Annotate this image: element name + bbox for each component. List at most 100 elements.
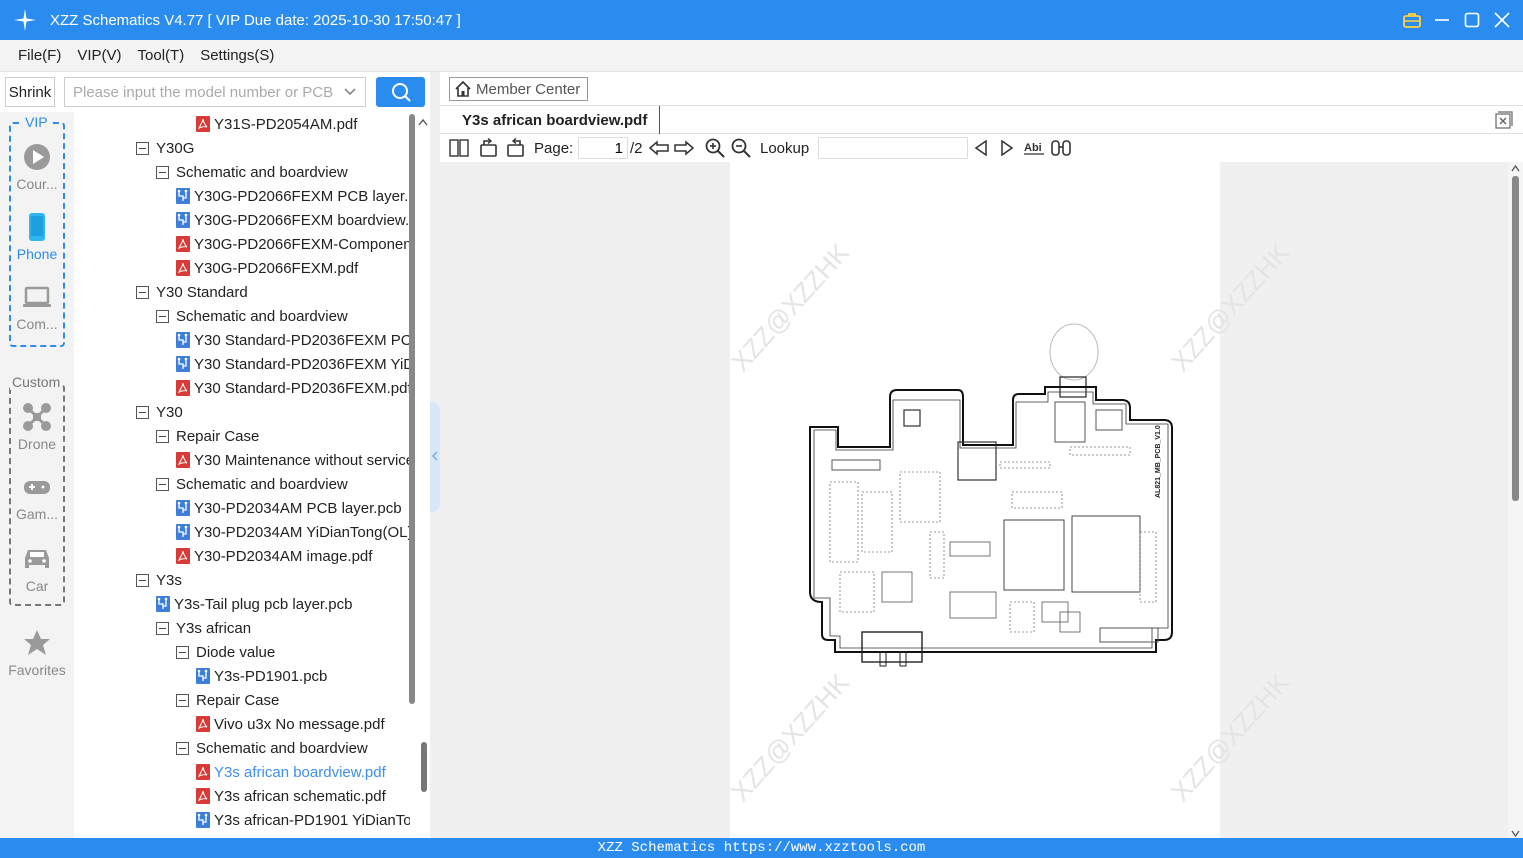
collapse-tab[interactable] xyxy=(430,402,440,512)
collapse-icon[interactable] xyxy=(176,693,189,707)
rotate-left-icon[interactable] xyxy=(478,137,500,159)
rotate-right-icon[interactable] xyxy=(504,137,526,159)
collapse-icon[interactable] xyxy=(156,165,169,179)
collapse-icon[interactable] xyxy=(156,621,169,635)
viewer-pane: Member Center Y3s african boardview.pdf … xyxy=(440,72,1523,838)
tree-file[interactable]: Y30G-PD2066FEXM.pdf xyxy=(176,256,358,280)
next-page-icon[interactable] xyxy=(673,137,695,159)
document-canvas[interactable]: XZZ@XZZHK XZZ@XZZHK XZZ@XZZHK XZZ@XZZHK xyxy=(440,162,1523,838)
search-box[interactable] xyxy=(64,77,366,107)
tree-folder[interactable]: Repair Case xyxy=(176,688,279,712)
collapse-icon[interactable] xyxy=(176,741,189,755)
collapse-icon[interactable] xyxy=(156,309,169,323)
tree-item-label: Vivo u3x No message.pdf xyxy=(214,715,385,733)
search-button[interactable] xyxy=(376,77,425,107)
tree-item-label: Repair Case xyxy=(176,427,260,445)
splitter[interactable] xyxy=(430,72,440,838)
shrink-button[interactable]: Shrink xyxy=(5,77,55,107)
pdf-file-icon xyxy=(176,548,190,564)
category-car[interactable]: Car xyxy=(0,544,74,594)
collapse-icon[interactable] xyxy=(156,429,169,443)
category-label: Cour... xyxy=(16,176,58,192)
scroll-up-icon[interactable] xyxy=(417,114,429,132)
tree-folder[interactable]: Diode value xyxy=(176,640,275,664)
member-center-button[interactable]: Member Center xyxy=(449,77,588,101)
tree-folder[interactable]: Schematic and boardview xyxy=(156,472,348,496)
maximize-button[interactable] xyxy=(1461,9,1483,31)
collapse-icon[interactable] xyxy=(136,285,149,299)
tree-folder[interactable]: Y3s african xyxy=(156,616,251,640)
tree-folder[interactable]: Y30 Standard xyxy=(136,280,248,304)
binoculars-icon[interactable] xyxy=(1050,137,1072,159)
tree-file[interactable]: Y30G-PD2066FEXM PCB layer.pcb xyxy=(176,184,410,208)
chevron-down-icon[interactable] xyxy=(343,85,357,103)
category-drone[interactable]: Drone xyxy=(0,402,74,452)
tree-file[interactable]: Y30 Standard-PD2036FEXM.pdf xyxy=(176,376,410,400)
scroll-up-icon[interactable] xyxy=(1510,164,1521,172)
collapse-icon[interactable] xyxy=(136,141,149,155)
tree-file[interactable]: Y3s african boardview.pdf xyxy=(196,760,386,784)
collapse-icon[interactable] xyxy=(136,405,149,419)
svg-text:Abi: Abi xyxy=(1024,142,1042,154)
prev-page-icon[interactable] xyxy=(648,137,670,159)
outer-scrollbar-thumb[interactable] xyxy=(421,742,427,792)
two-page-icon[interactable] xyxy=(448,137,470,159)
find-next-icon[interactable] xyxy=(998,137,1016,159)
menu-vip[interactable]: VIP(V) xyxy=(77,47,121,64)
tree-scrollbar-thumb[interactable] xyxy=(409,114,415,704)
category-phone[interactable]: Phone xyxy=(0,212,74,262)
category-game[interactable]: Gam... xyxy=(0,472,74,522)
scroll-down-icon[interactable] xyxy=(1510,830,1521,838)
tree-file[interactable]: Y3s-Tail plug pcb layer.pcb xyxy=(156,592,352,616)
home-icon xyxy=(455,80,471,97)
tree-file[interactable]: Y30-PD2034AM PCB layer.pcb xyxy=(176,496,402,520)
tree-file[interactable]: Y30 Standard-PD2036FEXM PCB layer.pcb xyxy=(176,328,410,352)
tree-folder[interactable]: Y3s xyxy=(136,568,182,592)
menu-settings[interactable]: Settings(S) xyxy=(200,47,274,64)
close-document-icon[interactable] xyxy=(1495,111,1513,129)
tree-folder[interactable]: Schematic and boardview xyxy=(176,736,368,760)
tree-item-label: Repair Case xyxy=(196,691,280,709)
tree-file[interactable]: Y3s african-PD1901 YiDianTong xyxy=(196,808,410,832)
briefcase-icon[interactable] xyxy=(1401,9,1423,31)
collapse-icon[interactable] xyxy=(156,477,169,491)
menu-file[interactable]: File(F) xyxy=(18,47,61,64)
minimize-button[interactable] xyxy=(1431,9,1453,31)
tree-folder[interactable]: Y30G xyxy=(136,136,194,160)
category-courses[interactable]: Cour... xyxy=(0,142,74,192)
board-label: AL821_MB_PCB_V1.0 xyxy=(1155,425,1162,498)
close-button[interactable] xyxy=(1491,9,1513,31)
document-scrollbar[interactable] xyxy=(1508,162,1523,838)
play-circle-icon xyxy=(24,144,50,170)
tree-file[interactable]: Y30 Maintenance without service xyxy=(176,448,410,472)
tree-file[interactable]: Y3s-PD1901.pcb xyxy=(196,664,327,688)
tree-file[interactable]: Y31S-PD2054AM.pdf xyxy=(196,112,357,136)
tree-folder[interactable]: Repair Case xyxy=(156,424,259,448)
search-input[interactable] xyxy=(73,83,335,101)
tree-file[interactable]: Y30-PD2034AM YiDianTong(OL) xyxy=(176,520,410,544)
tree-file[interactable]: Y30G-PD2066FEXM boardview.pcb xyxy=(176,208,410,232)
tree-folder[interactable]: Schematic and boardview xyxy=(156,160,348,184)
find-prev-icon[interactable] xyxy=(972,137,990,159)
tree-file[interactable]: Y30G-PD2066FEXM-Component.pdf xyxy=(176,232,410,256)
collapse-icon[interactable] xyxy=(176,645,189,659)
document-tab[interactable]: Y3s african boardview.pdf xyxy=(450,106,661,134)
collapse-icon[interactable] xyxy=(136,573,149,587)
zoom-out-icon[interactable] xyxy=(730,137,752,159)
document-scrollbar-thumb[interactable] xyxy=(1512,176,1519,501)
tree-file[interactable]: Y30 Standard-PD2036FEXM YiDianTong.pcb xyxy=(176,352,410,376)
category-computer[interactable]: Com... xyxy=(0,282,74,332)
category-favorites[interactable]: Favorites xyxy=(0,628,74,678)
menu-tool[interactable]: Tool(T) xyxy=(138,47,185,64)
tree-file[interactable]: Y3s african schematic.pdf xyxy=(196,784,386,808)
tree-folder[interactable]: Schematic and boardview xyxy=(156,304,348,328)
tree-file[interactable]: Y30-PD2034AM image.pdf xyxy=(176,544,372,568)
page-number-input[interactable] xyxy=(578,137,628,159)
tree-item-label: Y30G-PD2066FEXM.pdf xyxy=(194,259,359,277)
zoom-in-icon[interactable] xyxy=(704,137,726,159)
tree-folder[interactable]: Y30 xyxy=(136,400,183,424)
pdf-file-icon xyxy=(196,716,210,732)
lookup-input[interactable] xyxy=(818,137,968,159)
match-case-icon[interactable]: Abi xyxy=(1023,137,1045,159)
tree-file[interactable]: Vivo u3x No message.pdf xyxy=(196,712,385,736)
